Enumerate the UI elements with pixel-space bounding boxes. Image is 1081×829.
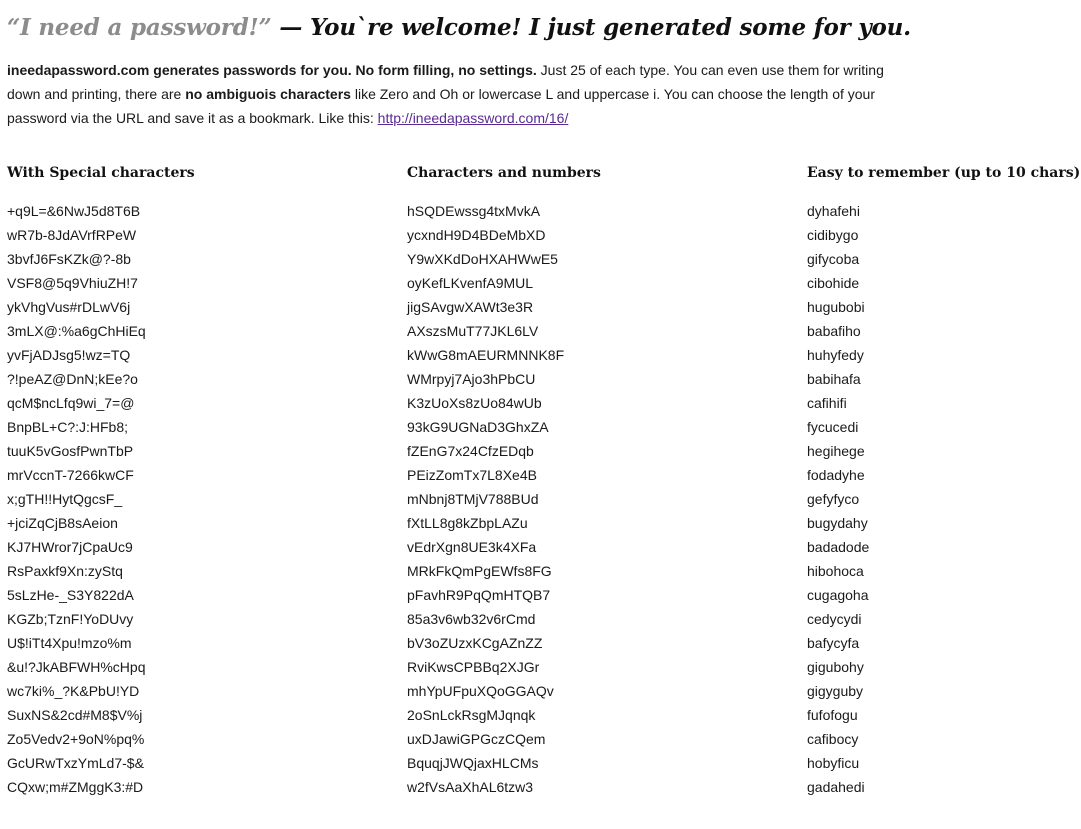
password-item[interactable]: bV3oZUzxKCgAZnZZ [407, 631, 601, 655]
password-item[interactable]: hobyficu [807, 751, 1080, 775]
password-item[interactable]: 85a3v6wb32v6rCmd [407, 607, 601, 631]
password-item[interactable]: +q9L=&6NwJ5d8T6B [7, 199, 195, 223]
password-item[interactable]: gefyfyco [807, 487, 1080, 511]
intro-bold-lead: ineedapassword.com generates passwords f… [7, 62, 537, 78]
password-item[interactable]: cafibocy [807, 727, 1080, 751]
password-item[interactable]: wR7b-8JdAVrfRPeW [7, 223, 195, 247]
password-item[interactable]: gigubohy [807, 655, 1080, 679]
password-item[interactable]: jigSAvgwXAWt3e3R [407, 295, 601, 319]
password-item[interactable]: wc7ki%_?K&PbU!YD [7, 679, 195, 703]
password-item[interactable]: ?!peAZ@DnN;kEe?o [7, 367, 195, 391]
password-item[interactable]: gigyguby [807, 679, 1080, 703]
password-item[interactable]: huhyfedy [807, 343, 1080, 367]
password-item[interactable]: Zo5Vedv2+9oN%pq% [7, 727, 195, 751]
password-item[interactable]: fufofogu [807, 703, 1080, 727]
easy-to-remember-heading: Easy to remember (up to 10 chars) [807, 165, 1081, 181]
password-item[interactable]: hegihege [807, 439, 1080, 463]
characters-numbers-heading: Characters and numbers [407, 165, 601, 181]
password-item[interactable]: +jciZqCjB8sAeion [7, 511, 195, 535]
password-item[interactable]: Y9wXKdDoHXAHWwE5 [407, 247, 601, 271]
password-item[interactable]: kWwG8mAEURMNNK8F [407, 343, 601, 367]
characters-numbers-list: hSQDEwssg4txMvkA ycxndH9D4BDeMbXD Y9wXKdDo… [407, 199, 601, 799]
special-characters-column: With Special characters +q9L=&6NwJ5d8T6B… [7, 161, 195, 799]
password-item[interactable]: fodadyhe [807, 463, 1080, 487]
password-item[interactable]: hSQDEwssg4txMvkA [407, 199, 601, 223]
password-item[interactable]: 93kG9UGNaD3GhxZA [407, 415, 601, 439]
password-item[interactable]: BnpBL+C?:J:HFb8; [7, 415, 195, 439]
intro-paragraph: ineedapassword.com generates passwords f… [7, 58, 897, 130]
password-item[interactable]: cedycydi [807, 607, 1080, 631]
password-item[interactable]: GcURwTxzYmLd7-$& [7, 751, 195, 775]
password-item[interactable]: mhYpUFpuXQoGGAQv [407, 679, 601, 703]
password-item[interactable]: WMrpyj7Ajo3hPbCU [407, 367, 601, 391]
password-item[interactable]: 3mLX@:%a6gChHiEq [7, 319, 195, 343]
password-item[interactable]: BquqjJWQjaxHLCMs [407, 751, 601, 775]
password-item[interactable]: yvFjADJsg5!wz=TQ [7, 343, 195, 367]
password-item[interactable]: cafihifi [807, 391, 1080, 415]
password-item[interactable]: mrVccnT-7266kwCF [7, 463, 195, 487]
password-item[interactable]: bugydahy [807, 511, 1080, 535]
password-item[interactable]: cibohide [807, 271, 1080, 295]
password-item[interactable]: KJ7HWror7jCpaUc9 [7, 535, 195, 559]
password-item[interactable]: KGZb;TznF!YoDUvy [7, 607, 195, 631]
easy-to-remember-column: Easy to remember (up to 10 chars) dyhafe… [807, 161, 1080, 799]
password-item[interactable]: AXszsMuT77JKL6LV [407, 319, 601, 343]
characters-numbers-column: Characters and numbers hSQDEwssg4txMvkA y… [407, 161, 601, 799]
password-item[interactable]: MRkFkQmPgEWfs8FG [407, 559, 601, 583]
example-url-link[interactable]: http://ineedapassword.com/16/ [378, 110, 569, 126]
password-item[interactable]: hugubobi [807, 295, 1080, 319]
password-item[interactable]: uxDJawiGPGczCQem [407, 727, 601, 751]
password-item[interactable]: tuuK5vGosfPwnTbP [7, 439, 195, 463]
password-item[interactable]: 2oSnLckRsgMJqnqk [407, 703, 601, 727]
password-item[interactable]: SuxNS&2cd#M8$V%j [7, 703, 195, 727]
password-item[interactable]: vEdrXgn8UE3k4XFa [407, 535, 601, 559]
password-item[interactable]: oyKefLKvenfA9MUL [407, 271, 601, 295]
password-item[interactable]: dyhafehi [807, 199, 1080, 223]
password-item[interactable]: U$!iTt4Xpu!mzo%m [7, 631, 195, 655]
password-item[interactable]: mNbnj8TMjV788BUd [407, 487, 601, 511]
headline-quote: “I need a password!” [7, 14, 272, 41]
page-headline: “I need a password!” — You`re welcome! I… [7, 14, 911, 41]
password-item[interactable]: x;gTH!!HytQgcsF_ [7, 487, 195, 511]
password-item[interactable]: w2fVsAaXhAL6tzw3 [407, 775, 601, 799]
password-item[interactable]: VSF8@5q9VhiuZH!7 [7, 271, 195, 295]
password-item[interactable]: babafiho [807, 319, 1080, 343]
password-item[interactable]: gadahedi [807, 775, 1080, 799]
password-item[interactable]: RsPaxkf9Xn:zyStq [7, 559, 195, 583]
password-item[interactable]: fZEnG7x24CfzEDqb [407, 439, 601, 463]
password-item[interactable]: cidibygo [807, 223, 1080, 247]
password-item[interactable]: K3zUoXs8zUo84wUb [407, 391, 601, 415]
special-characters-list: +q9L=&6NwJ5d8T6B wR7b-8JdAVrfRPeW 3bvfJ6Fs… [7, 199, 195, 799]
password-item[interactable]: bafycyfa [807, 631, 1080, 655]
password-item[interactable]: pFavhR9PqQmHTQB7 [407, 583, 601, 607]
password-item[interactable]: badadode [807, 535, 1080, 559]
intro-bold-ambiguous: no ambiguois characters [185, 86, 351, 102]
password-item[interactable]: PEizZomTx7L8Xe4B [407, 463, 601, 487]
password-item[interactable]: &u!?JkABFWH%cHpq [7, 655, 195, 679]
password-item[interactable]: 3bvfJ6FsKZk@?-8b [7, 247, 195, 271]
password-item[interactable]: qcM$ncLfq9wi_7=@ [7, 391, 195, 415]
password-item[interactable]: gifycoba [807, 247, 1080, 271]
password-item[interactable]: babihafa [807, 367, 1080, 391]
password-item[interactable]: fXtLL8g8kZbpLAZu [407, 511, 601, 535]
password-item[interactable]: ykVhgVus#rDLwV6j [7, 295, 195, 319]
password-item[interactable]: 5sLzHe-_S3Y822dA [7, 583, 195, 607]
password-item[interactable]: fycucedi [807, 415, 1080, 439]
password-item[interactable]: CQxw;m#ZMggK3:#D [7, 775, 195, 799]
password-item[interactable]: RviKwsCPBBq2XJGr [407, 655, 601, 679]
password-item[interactable]: ycxndH9D4BDeMbXD [407, 223, 601, 247]
headline-rest: — You`re welcome! I just generated some … [271, 14, 911, 41]
password-item[interactable]: cugagoha [807, 583, 1080, 607]
password-item[interactable]: hibohoca [807, 559, 1080, 583]
special-characters-heading: With Special characters [7, 165, 195, 181]
easy-to-remember-list: dyhafehi cidibygo gifycoba cibohide hugubobi… [807, 199, 1080, 799]
